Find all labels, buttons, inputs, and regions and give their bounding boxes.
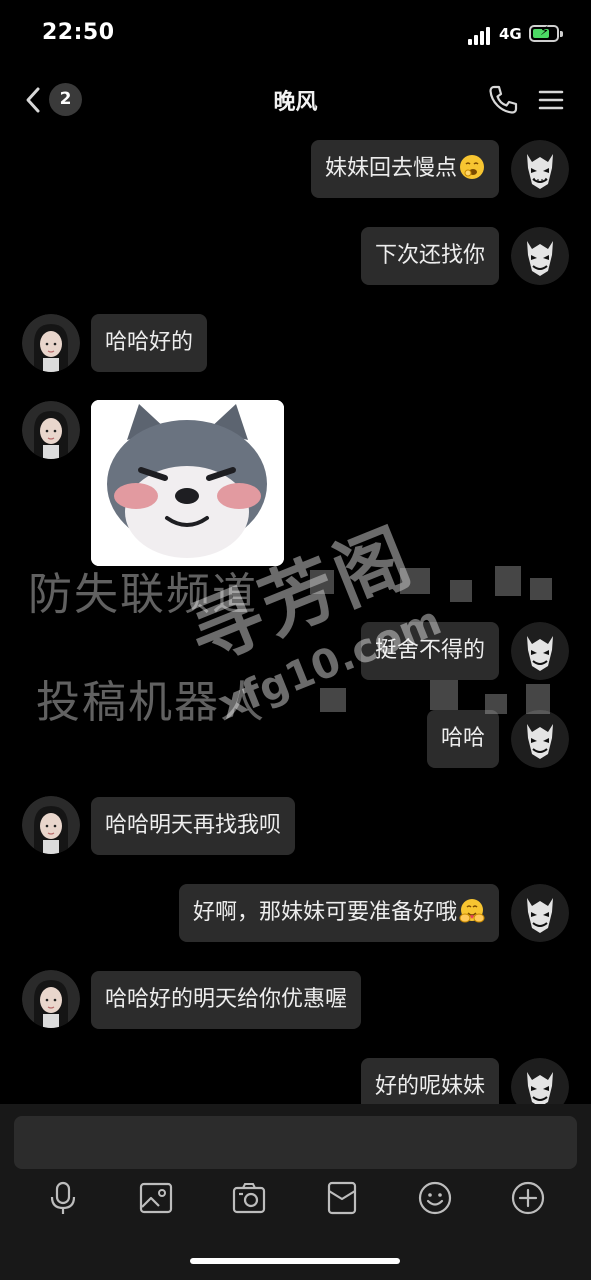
- my-avatar[interactable]: [511, 140, 569, 198]
- red-packet-button[interactable]: [324, 1180, 360, 1216]
- hug-face-icon: [459, 899, 485, 923]
- microphone-icon: [50, 1181, 76, 1214]
- message-text: 哈哈明天再找我呗: [105, 813, 282, 838]
- more-button[interactable]: [510, 1180, 546, 1216]
- emoji-button[interactable]: [417, 1180, 453, 1216]
- husky-dog-sticker[interactable]: [91, 400, 284, 566]
- status-time: 22:50: [42, 20, 115, 45]
- chat-header: 2 晚风: [0, 70, 591, 132]
- emoji-icon: [418, 1181, 452, 1215]
- contact-avatar[interactable]: [22, 314, 80, 372]
- contact-avatar[interactable]: [22, 970, 80, 1028]
- camera-icon: [232, 1183, 266, 1214]
- message-text: 妹妹回去慢点: [324, 156, 457, 181]
- message-text: 好的呢妹妹: [374, 1074, 485, 1099]
- photo-button[interactable]: [138, 1180, 174, 1216]
- contact-avatar[interactable]: [22, 401, 80, 459]
- message-bubble[interactable]: 下次还找你: [360, 227, 499, 285]
- signal-icon: [468, 27, 492, 45]
- message-bubble[interactable]: 好啊，那妹妹可要准备好哦: [178, 884, 499, 942]
- message-input[interactable]: [14, 1116, 577, 1169]
- add-icon: [511, 1181, 545, 1215]
- message-bubble[interactable]: 哈哈明天再找我呗: [91, 797, 296, 855]
- menu-icon: [538, 90, 564, 110]
- call-button[interactable]: [486, 83, 520, 117]
- my-avatar[interactable]: [511, 622, 569, 680]
- voice-button[interactable]: [45, 1180, 81, 1216]
- home-indicator[interactable]: [190, 1258, 400, 1264]
- message-text: 好啊，那妹妹可要准备好哦: [192, 900, 457, 925]
- status-bar: 22:50 4G ⚡: [0, 0, 591, 70]
- message-bubble[interactable]: 妹妹回去慢点: [310, 140, 499, 198]
- watermark-text: 投稿机器人: [36, 677, 266, 728]
- camera-button[interactable]: [231, 1180, 267, 1216]
- message-text: 下次还找你: [374, 243, 485, 268]
- contact-avatar[interactable]: [22, 796, 80, 854]
- my-avatar[interactable]: [511, 884, 569, 942]
- red-packet-icon: [327, 1181, 357, 1215]
- image-icon: [139, 1182, 173, 1214]
- menu-button[interactable]: [537, 86, 565, 114]
- message-text: 哈哈好的: [105, 330, 194, 355]
- message-text: 哈哈好的明天给你优惠喔: [105, 987, 348, 1012]
- message-text: 哈哈: [440, 726, 485, 751]
- message-bubble[interactable]: 哈哈好的: [91, 314, 208, 372]
- phone-icon: [489, 85, 518, 114]
- my-avatar[interactable]: [511, 227, 569, 285]
- network-type: 4G: [499, 25, 522, 43]
- my-avatar[interactable]: [511, 710, 569, 768]
- message-bubble[interactable]: 哈哈: [426, 710, 499, 768]
- input-bar: [0, 1104, 591, 1280]
- message-text: 挺舍不得的: [374, 638, 485, 663]
- yawning-face-icon: [460, 155, 484, 179]
- message-bubble[interactable]: 哈哈好的明天给你优惠喔: [91, 971, 362, 1029]
- message-bubble[interactable]: 挺舍不得的: [360, 622, 499, 680]
- watermark-text: 防失联频道: [28, 569, 258, 620]
- battery-icon: ⚡: [529, 24, 563, 42]
